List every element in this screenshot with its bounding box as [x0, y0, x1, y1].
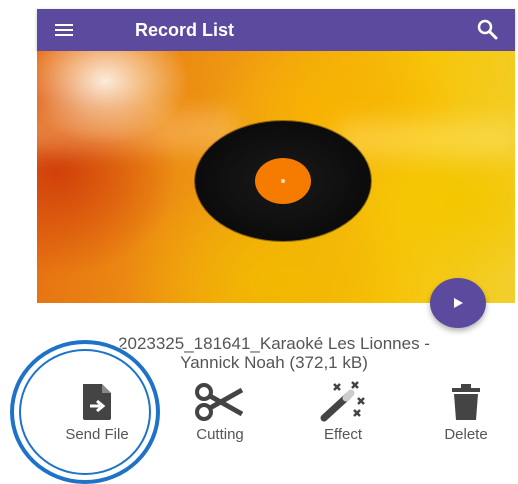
cutting-label: Cutting: [196, 426, 244, 443]
menu-button[interactable]: [55, 9, 91, 51]
album-artwork: [37, 51, 515, 303]
page-title: Record List: [135, 19, 235, 40]
trash-icon: [452, 384, 480, 420]
play-button[interactable]: [430, 278, 486, 328]
play-icon: [454, 298, 463, 308]
magic-wand-icon: [320, 381, 365, 422]
vinyl-record-icon: [195, 121, 371, 241]
effect-label: Effect: [323, 426, 363, 443]
cutting-button[interactable]: Cutting: [170, 380, 270, 443]
delete-button[interactable]: Delete: [416, 380, 516, 443]
search-button[interactable]: [475, 17, 501, 43]
menu-icon: [55, 21, 73, 39]
effect-button[interactable]: Effect: [293, 380, 393, 443]
app-bar: Record List: [37, 9, 515, 51]
highlight-ring: [10, 340, 160, 484]
scissors-icon: [195, 383, 244, 421]
delete-label: Delete: [444, 426, 488, 443]
search-icon: [477, 19, 498, 40]
